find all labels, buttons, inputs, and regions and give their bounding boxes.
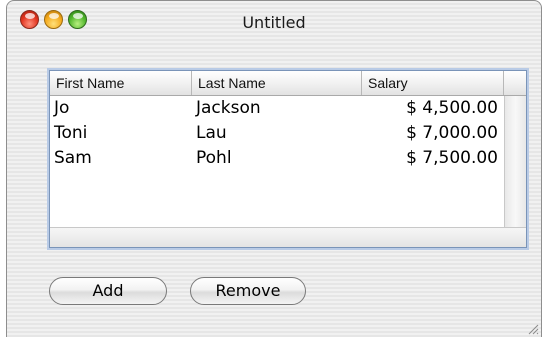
column-header-last-name[interactable]: Last Name xyxy=(192,71,362,95)
table-header: First Name Last Name Salary xyxy=(50,71,526,96)
column-header-first-name[interactable]: First Name xyxy=(50,71,192,95)
remove-button[interactable]: Remove xyxy=(190,277,306,305)
cell-salary[interactable]: $ 4,500.00 xyxy=(406,98,498,118)
horizontal-scrollbar[interactable] xyxy=(50,227,526,247)
cell-first-name[interactable]: Sam xyxy=(54,148,92,168)
title-bar[interactable]: Untitled xyxy=(7,1,541,45)
table-row[interactable]: Jo Jackson $ 4,500.00 xyxy=(50,96,504,121)
app-window: Untitled First Name Last Name Salary Jo … xyxy=(6,0,542,337)
employee-table[interactable]: First Name Last Name Salary Jo Jackson $… xyxy=(49,70,527,248)
add-button[interactable]: Add xyxy=(49,277,167,305)
column-header-salary[interactable]: Salary xyxy=(362,71,504,95)
cell-last-name[interactable]: Pohl xyxy=(196,148,232,168)
resize-grip-icon[interactable] xyxy=(527,323,539,335)
table-row[interactable]: Toni Lau $ 7,000.00 xyxy=(50,121,504,146)
cell-last-name[interactable]: Lau xyxy=(196,123,227,143)
cell-first-name[interactable]: Jo xyxy=(54,98,69,118)
vertical-scrollbar[interactable] xyxy=(504,96,526,227)
cell-salary[interactable]: $ 7,500.00 xyxy=(406,148,498,168)
cell-last-name[interactable]: Jackson xyxy=(196,98,261,118)
table-row[interactable]: Sam Pohl $ 7,500.00 xyxy=(50,146,504,171)
cell-salary[interactable]: $ 7,000.00 xyxy=(406,123,498,143)
cell-first-name[interactable]: Toni xyxy=(54,123,87,143)
column-header-corner xyxy=(504,71,526,95)
window-title: Untitled xyxy=(242,13,306,32)
table-body: Jo Jackson $ 4,500.00 Toni Lau $ 7,000.0… xyxy=(50,96,504,171)
